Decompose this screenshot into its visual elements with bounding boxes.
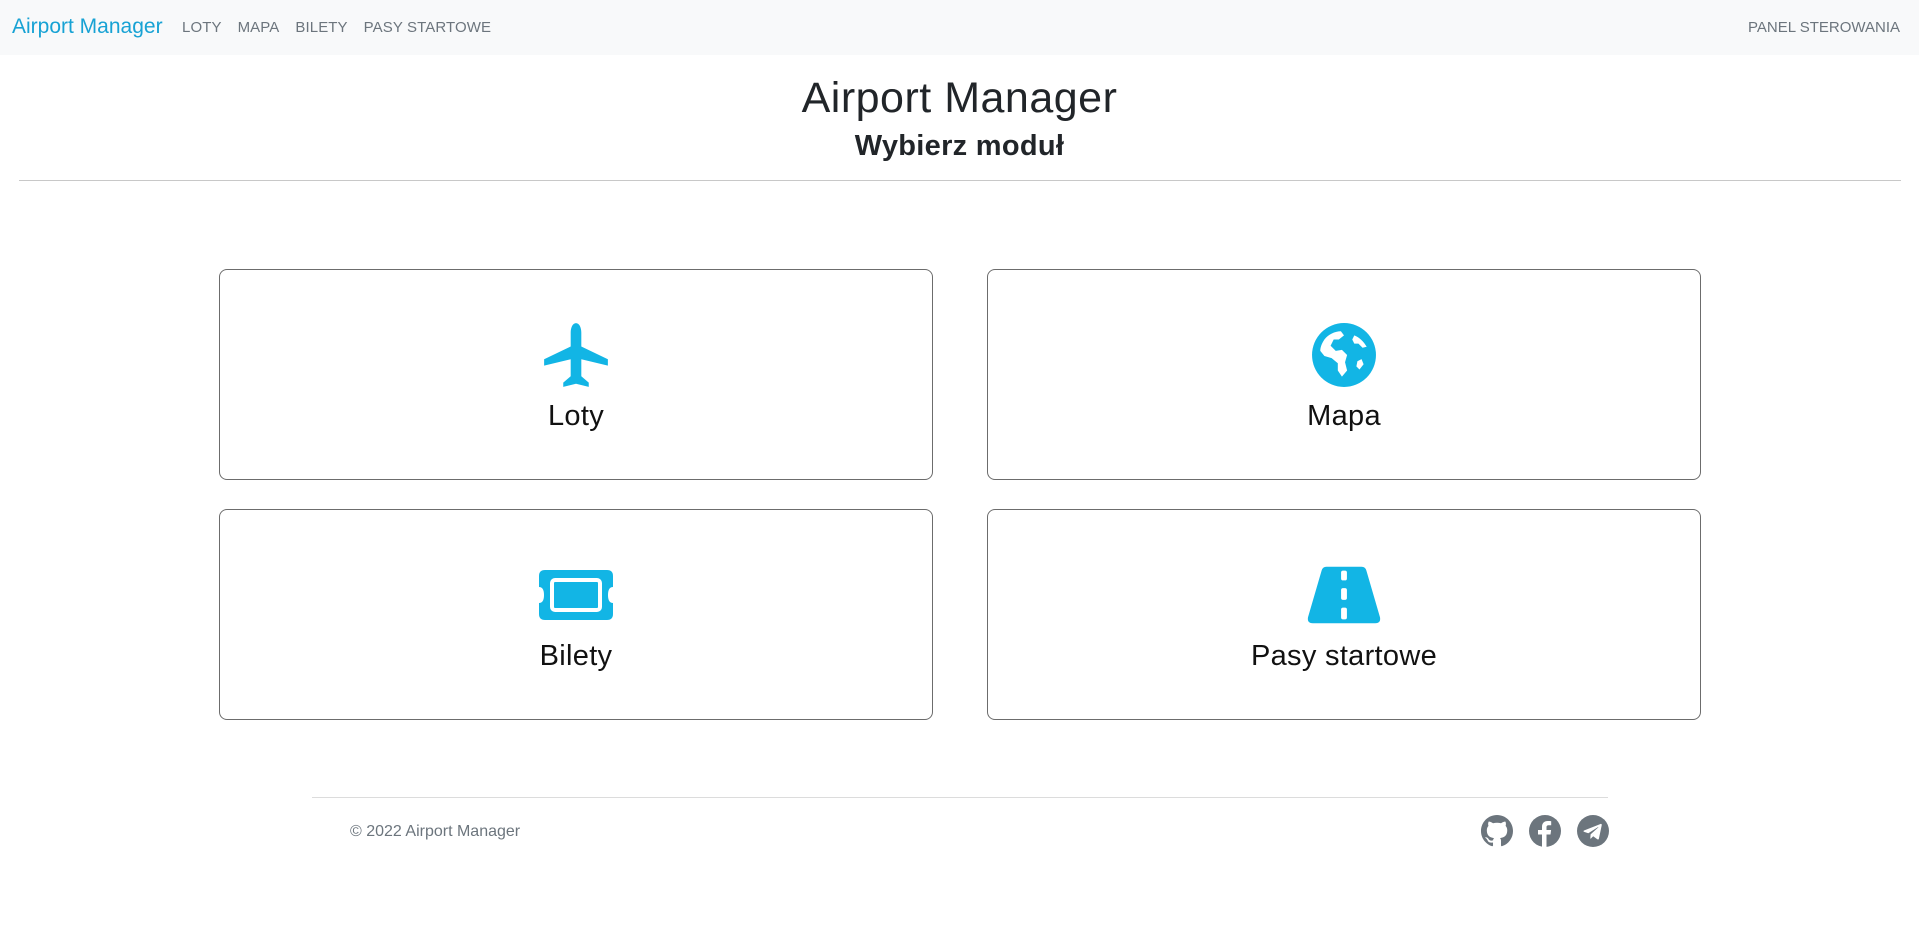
- nav-link-bilety[interactable]: BILETY: [295, 18, 347, 38]
- nav-link-pasy-startowe[interactable]: PASY STARTOWE: [364, 18, 491, 38]
- globe-icon: [1307, 320, 1381, 390]
- module-label: Bilety: [539, 640, 613, 672]
- nav-links: LOTY MAPA BILETY PASY STARTOWE: [182, 18, 507, 38]
- module-card-mapa[interactable]: Mapa: [987, 269, 1701, 480]
- ticket-icon: [539, 560, 613, 630]
- telegram-icon[interactable]: [1577, 815, 1609, 847]
- module-card-loty[interactable]: Loty: [219, 269, 933, 480]
- module-card-bilety[interactable]: Bilety: [219, 509, 933, 720]
- facebook-icon[interactable]: [1529, 815, 1561, 847]
- page-subtitle: Wybierz moduł: [854, 130, 1065, 162]
- road-icon: [1307, 560, 1381, 630]
- module-label: Loty: [547, 400, 604, 432]
- module-card-pasy-startowe[interactable]: Pasy startowe: [987, 509, 1701, 720]
- github-icon[interactable]: [1481, 815, 1513, 847]
- footer-divider: [312, 797, 1608, 798]
- top-navbar: Airport Manager LOTY MAPA BILETY PASY ST…: [0, 0, 1919, 55]
- page-title: Airport Manager: [801, 74, 1118, 122]
- airplane-icon: [539, 320, 613, 390]
- copyright-text: © 2022 Airport Manager: [350, 823, 521, 840]
- module-label: Pasy startowe: [1250, 640, 1438, 672]
- nav-link-mapa[interactable]: MAPA: [238, 18, 280, 38]
- nav-link-panel-sterowania[interactable]: PANEL STEROWANIA: [1748, 18, 1900, 38]
- module-label: Mapa: [1307, 400, 1381, 432]
- brand-link[interactable]: Airport Manager: [12, 14, 163, 40]
- header-divider: [19, 180, 1901, 181]
- nav-link-loty[interactable]: LOTY: [182, 18, 222, 38]
